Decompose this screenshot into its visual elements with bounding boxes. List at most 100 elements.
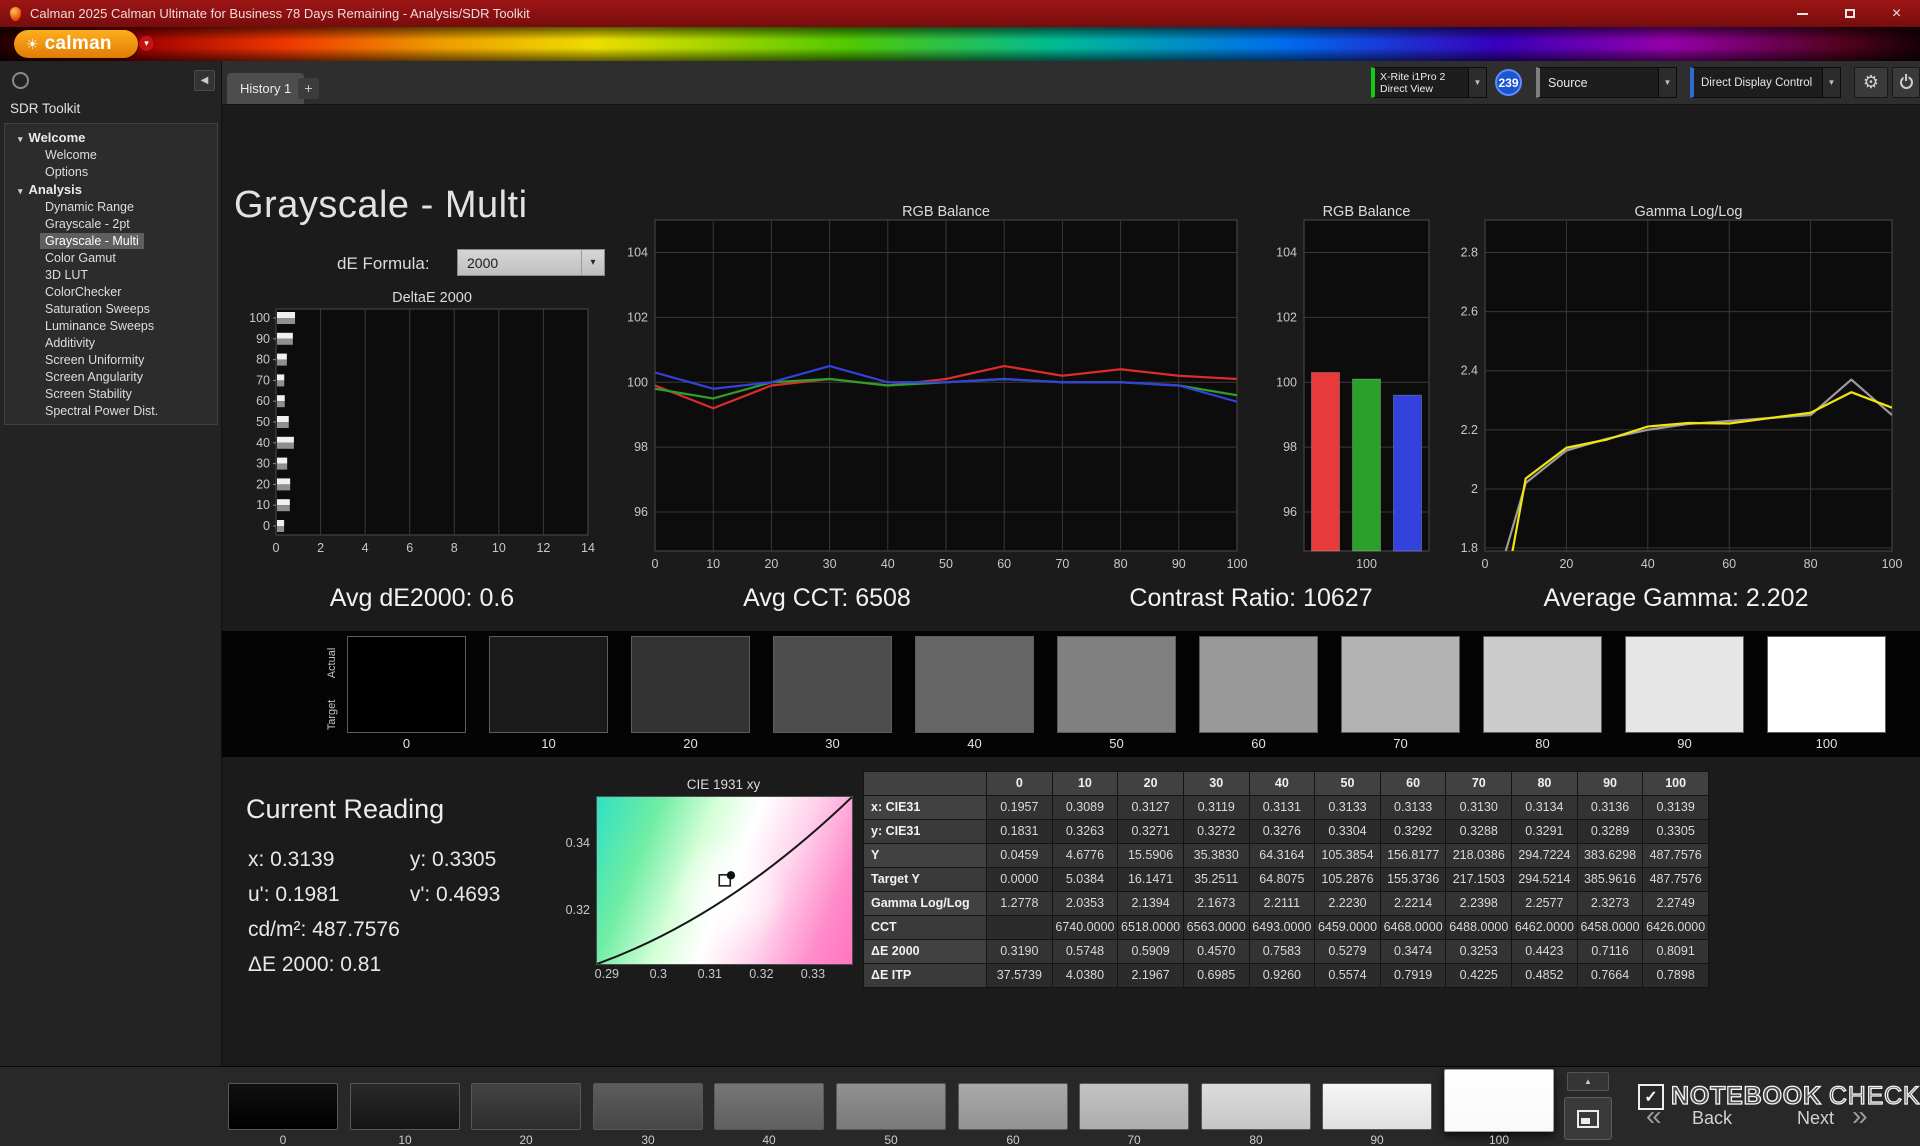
next-button[interactable]: Next	[1797, 1108, 1834, 1129]
svg-text:0: 0	[273, 541, 280, 555]
table-col-header: 70	[1446, 772, 1511, 795]
sidebar-item-screen-stability[interactable]: Screen Stability	[5, 386, 217, 403]
table-cell: 0.3272	[1184, 820, 1249, 843]
table-cell: 294.5214	[1512, 868, 1577, 891]
sidebar-item-colorchecker[interactable]: ColorChecker	[5, 284, 217, 301]
patch-button-10[interactable]	[350, 1083, 460, 1130]
sidebar-item-saturation-sweeps[interactable]: Saturation Sweeps	[5, 301, 217, 318]
table-cell: 487.7576	[1643, 844, 1708, 867]
watermark-text-light: CHECK	[1829, 1082, 1920, 1111]
table-cell: 105.2876	[1315, 868, 1380, 891]
display-control-select[interactable]: Direct Display Control ▼	[1690, 67, 1841, 98]
swatch-level-label: 100	[1767, 736, 1886, 751]
patch-button-0[interactable]	[228, 1083, 338, 1130]
sidebar-item-grayscale-multi[interactable]: Grayscale - Multi	[5, 233, 217, 250]
table-col-header: 40	[1250, 772, 1315, 795]
table-cell: 385.9616	[1578, 868, 1643, 891]
table-cell: 0.7583	[1250, 940, 1315, 963]
expand-tray-button[interactable]: ▲	[1567, 1072, 1609, 1091]
patch-button-100[interactable]	[1444, 1069, 1554, 1132]
patch-button-20[interactable]	[471, 1083, 581, 1130]
tree-section-analysis[interactable]: ▾Analysis	[5, 181, 217, 199]
tab-history-1[interactable]: History 1	[227, 73, 304, 104]
contrast-ratio-stat: Contrast Ratio: 10627	[1071, 584, 1431, 613]
svg-text:1.8: 1.8	[1461, 541, 1478, 555]
target-row-label: Target	[325, 680, 339, 750]
table-cell: 0.3304	[1315, 820, 1380, 843]
table-row-label: x: CIE31	[864, 796, 986, 819]
logo-menu-arrow-icon[interactable]: ▾	[138, 35, 155, 52]
table-cell: 2.2230	[1315, 892, 1380, 915]
avg-cct-stat: Avg CCT: 6508	[655, 584, 999, 613]
patch-button-40[interactable]	[714, 1083, 824, 1130]
meter-select[interactable]: X-Rite i1Pro 2 Direct View ▼	[1371, 67, 1487, 98]
svg-text:2: 2	[1471, 482, 1478, 496]
table-cell: 0.3131	[1250, 796, 1315, 819]
tree-section-welcome[interactable]: ▾Welcome	[5, 129, 217, 147]
patch-button-80[interactable]	[1201, 1083, 1311, 1130]
table-cell: 0.3271	[1118, 820, 1183, 843]
svg-text:0: 0	[263, 519, 270, 533]
table-row-label: CCT	[864, 916, 986, 939]
pattern-window-button[interactable]	[1564, 1097, 1612, 1140]
sidebar-item-options[interactable]: Options	[5, 164, 217, 181]
titlebar: Calman 2025 Calman Ultimate for Business…	[0, 0, 1920, 27]
table-cell: 2.0353	[1053, 892, 1118, 915]
sidebar-item-label: Screen Angularity	[45, 370, 143, 384]
svg-text:104: 104	[627, 245, 648, 259]
window-controls: ×	[1779, 0, 1920, 27]
sidebar-item-luminance-sweeps[interactable]: Luminance Sweeps	[5, 318, 217, 335]
workflow-home-icon[interactable]	[12, 72, 29, 89]
sidebar-item-grayscale-2pt[interactable]: Grayscale - 2pt	[5, 216, 217, 233]
svg-text:102: 102	[1276, 310, 1297, 324]
gray-swatch-20	[631, 636, 750, 733]
sidebar-item-label: ColorChecker	[45, 285, 121, 299]
de-formula-select[interactable]: 2000 ▾	[457, 249, 605, 276]
table-cell: 0.6985	[1184, 964, 1249, 987]
table-cell: 0.3133	[1381, 796, 1446, 819]
sidebar-item-label: Luminance Sweeps	[45, 319, 154, 333]
patch-button-30[interactable]	[593, 1083, 703, 1130]
table-cell: 2.2111	[1250, 892, 1315, 915]
minimize-button[interactable]	[1779, 0, 1826, 27]
add-tab-button[interactable]: +	[298, 78, 319, 99]
svg-text:2.6: 2.6	[1461, 305, 1478, 319]
back-button[interactable]: Back	[1692, 1108, 1732, 1129]
svg-text:70: 70	[256, 373, 270, 387]
svg-text:8: 8	[451, 541, 458, 555]
sidebar-item-screen-uniformity[interactable]: Screen Uniformity	[5, 352, 217, 369]
sidebar-collapse-button[interactable]: ◀	[194, 70, 215, 91]
maximize-button[interactable]	[1826, 0, 1873, 27]
close-button[interactable]: ×	[1873, 0, 1920, 27]
bottom-patch-bar: ▲ « Back Next » 0102030405060708090100	[0, 1066, 1920, 1146]
sidebar-item-3d-lut[interactable]: 3D LUT	[5, 267, 217, 284]
display-control-label: Direct Display Control	[1694, 68, 1822, 97]
calman-logo[interactable]: ☀ calman	[14, 30, 138, 58]
patch-level-label: 80	[1201, 1133, 1311, 1146]
svg-text:102: 102	[627, 310, 648, 324]
svg-text:RGB Balance: RGB Balance	[902, 204, 990, 220]
sidebar-item-spectral-power-dist[interactable]: Spectral Power Dist.	[5, 403, 217, 420]
sidebar-item-color-gamut[interactable]: Color Gamut	[5, 250, 217, 267]
source-select[interactable]: Source ▼	[1536, 67, 1677, 98]
cie-x-tick: 0.31	[688, 967, 732, 981]
gray-swatch-10	[489, 636, 608, 733]
sidebar-item-welcome[interactable]: Welcome	[5, 147, 217, 164]
patch-button-50[interactable]	[836, 1083, 946, 1130]
swatch-level-label: 50	[1057, 736, 1176, 751]
watermark-text-bold: NOTEBOOK	[1671, 1082, 1822, 1111]
settings-button[interactable]: ⚙	[1854, 67, 1888, 98]
sidebar-item-additivity[interactable]: Additivity	[5, 335, 217, 352]
sidebar-item-label: Screen Stability	[45, 387, 132, 401]
table-cell: 15.5906	[1118, 844, 1183, 867]
svg-text:50: 50	[256, 415, 270, 429]
patch-button-70[interactable]	[1079, 1083, 1189, 1130]
meter-name: X-Rite i1Pro 2	[1380, 71, 1468, 83]
power-button[interactable]	[1892, 67, 1920, 98]
patch-button-60[interactable]	[958, 1083, 1068, 1130]
svg-text:30: 30	[256, 457, 270, 471]
svg-text:40: 40	[881, 557, 895, 571]
sidebar-item-dynamic-range[interactable]: Dynamic Range	[5, 199, 217, 216]
sidebar-item-screen-angularity[interactable]: Screen Angularity	[5, 369, 217, 386]
patch-button-90[interactable]	[1322, 1083, 1432, 1130]
